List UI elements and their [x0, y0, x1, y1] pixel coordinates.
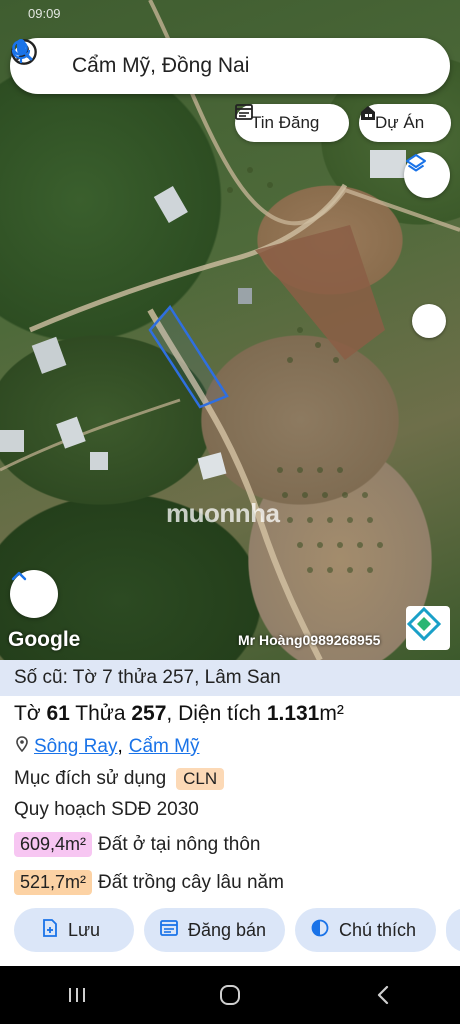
zone-label: Đất ở tại nông thôn	[98, 833, 261, 855]
location-line: Sông Ray, Cẩm Mỹ	[16, 736, 199, 758]
parcel-label: Thửa	[75, 702, 126, 725]
area-unit: m²	[319, 702, 344, 725]
watermark: muonnha	[166, 498, 280, 528]
search-bar[interactable]	[10, 38, 450, 94]
plan-title: Quy hoạch SDĐ 2030	[14, 799, 199, 820]
contrast-icon	[311, 919, 329, 942]
recent-apps-icon[interactable]	[47, 975, 107, 1015]
status-time: 09:09	[28, 6, 61, 21]
zone-row: 521,7m² Đất trồng cây lâu năm	[14, 870, 284, 895]
sheet-number: 61	[46, 702, 70, 725]
map-features	[0, 0, 460, 660]
area-value: 1.131	[266, 702, 320, 725]
agent-logo	[406, 606, 450, 650]
legend-label: Chú thích	[339, 919, 417, 940]
parcel-number: 257	[131, 702, 167, 725]
sheet-label: Tờ	[14, 702, 41, 725]
listing-chip[interactable]: Tin Đăng	[235, 104, 349, 142]
satellite-map[interactable]: 09:09 Tin Đăng Dự Án muonnha	[0, 0, 460, 660]
listing-chip-label: Tin Đăng	[251, 113, 320, 132]
post-sale-label: Đăng bán	[188, 919, 267, 940]
area-label: , Diện tích	[166, 702, 261, 725]
layers-button[interactable]	[404, 152, 450, 198]
parcel-summary: Tờ 61 Thửa 257, Diện tích 1.131m²	[14, 702, 344, 726]
search-input[interactable]	[66, 54, 358, 78]
land-purpose: Mục đích sử dụng CLN	[14, 768, 225, 790]
system-nav-bar	[0, 966, 460, 1024]
old-reference: Số cũ: Tờ 7 thửa 257, Lâm San	[0, 660, 460, 696]
zone-area: 609,4m²	[14, 832, 93, 857]
post-sale-button[interactable]: Đăng bán	[144, 908, 285, 952]
home-icon[interactable]	[200, 975, 260, 1015]
save-label: Lưu	[68, 919, 101, 940]
agent-contact: Mr Hoàng0989268955	[238, 632, 381, 648]
parcel-info-panel: Số cũ: Tờ 7 thửa 257, Lâm San Tờ 61 Thửa…	[0, 660, 460, 966]
search-icon[interactable]	[12, 38, 400, 94]
legend-button[interactable]: Chú thích	[295, 908, 436, 952]
zone-label: Đất trồng cây lâu năm	[98, 871, 284, 893]
project-chip-label: Dự Án	[375, 113, 425, 132]
zone-area: 521,7m²	[14, 870, 93, 895]
location-pin-icon	[16, 736, 28, 758]
district-link[interactable]: Cẩm Mỹ	[129, 736, 200, 758]
back-icon[interactable]	[353, 975, 413, 1015]
action-bar: Lưu Đăng bán Chú thích	[14, 908, 460, 952]
listing-icon	[160, 919, 178, 941]
google-attribution: Google	[8, 628, 81, 651]
side-handle[interactable]	[412, 304, 446, 338]
microphone-icon[interactable]	[11, 38, 442, 94]
purpose-badge: CLN	[176, 768, 225, 790]
more-actions-button[interactable]	[446, 908, 460, 952]
parcel-outline	[148, 304, 229, 409]
purpose-label: Mục đích sử dụng	[14, 768, 167, 789]
commune-link[interactable]: Sông Ray	[34, 736, 117, 758]
add-file-icon	[42, 918, 58, 942]
project-chip[interactable]: Dự Án	[359, 104, 451, 142]
zone-row: 609,4m² Đất ở tại nông thôn	[14, 832, 261, 857]
expand-panel-button[interactable]	[10, 570, 58, 618]
save-button[interactable]: Lưu	[14, 908, 134, 952]
